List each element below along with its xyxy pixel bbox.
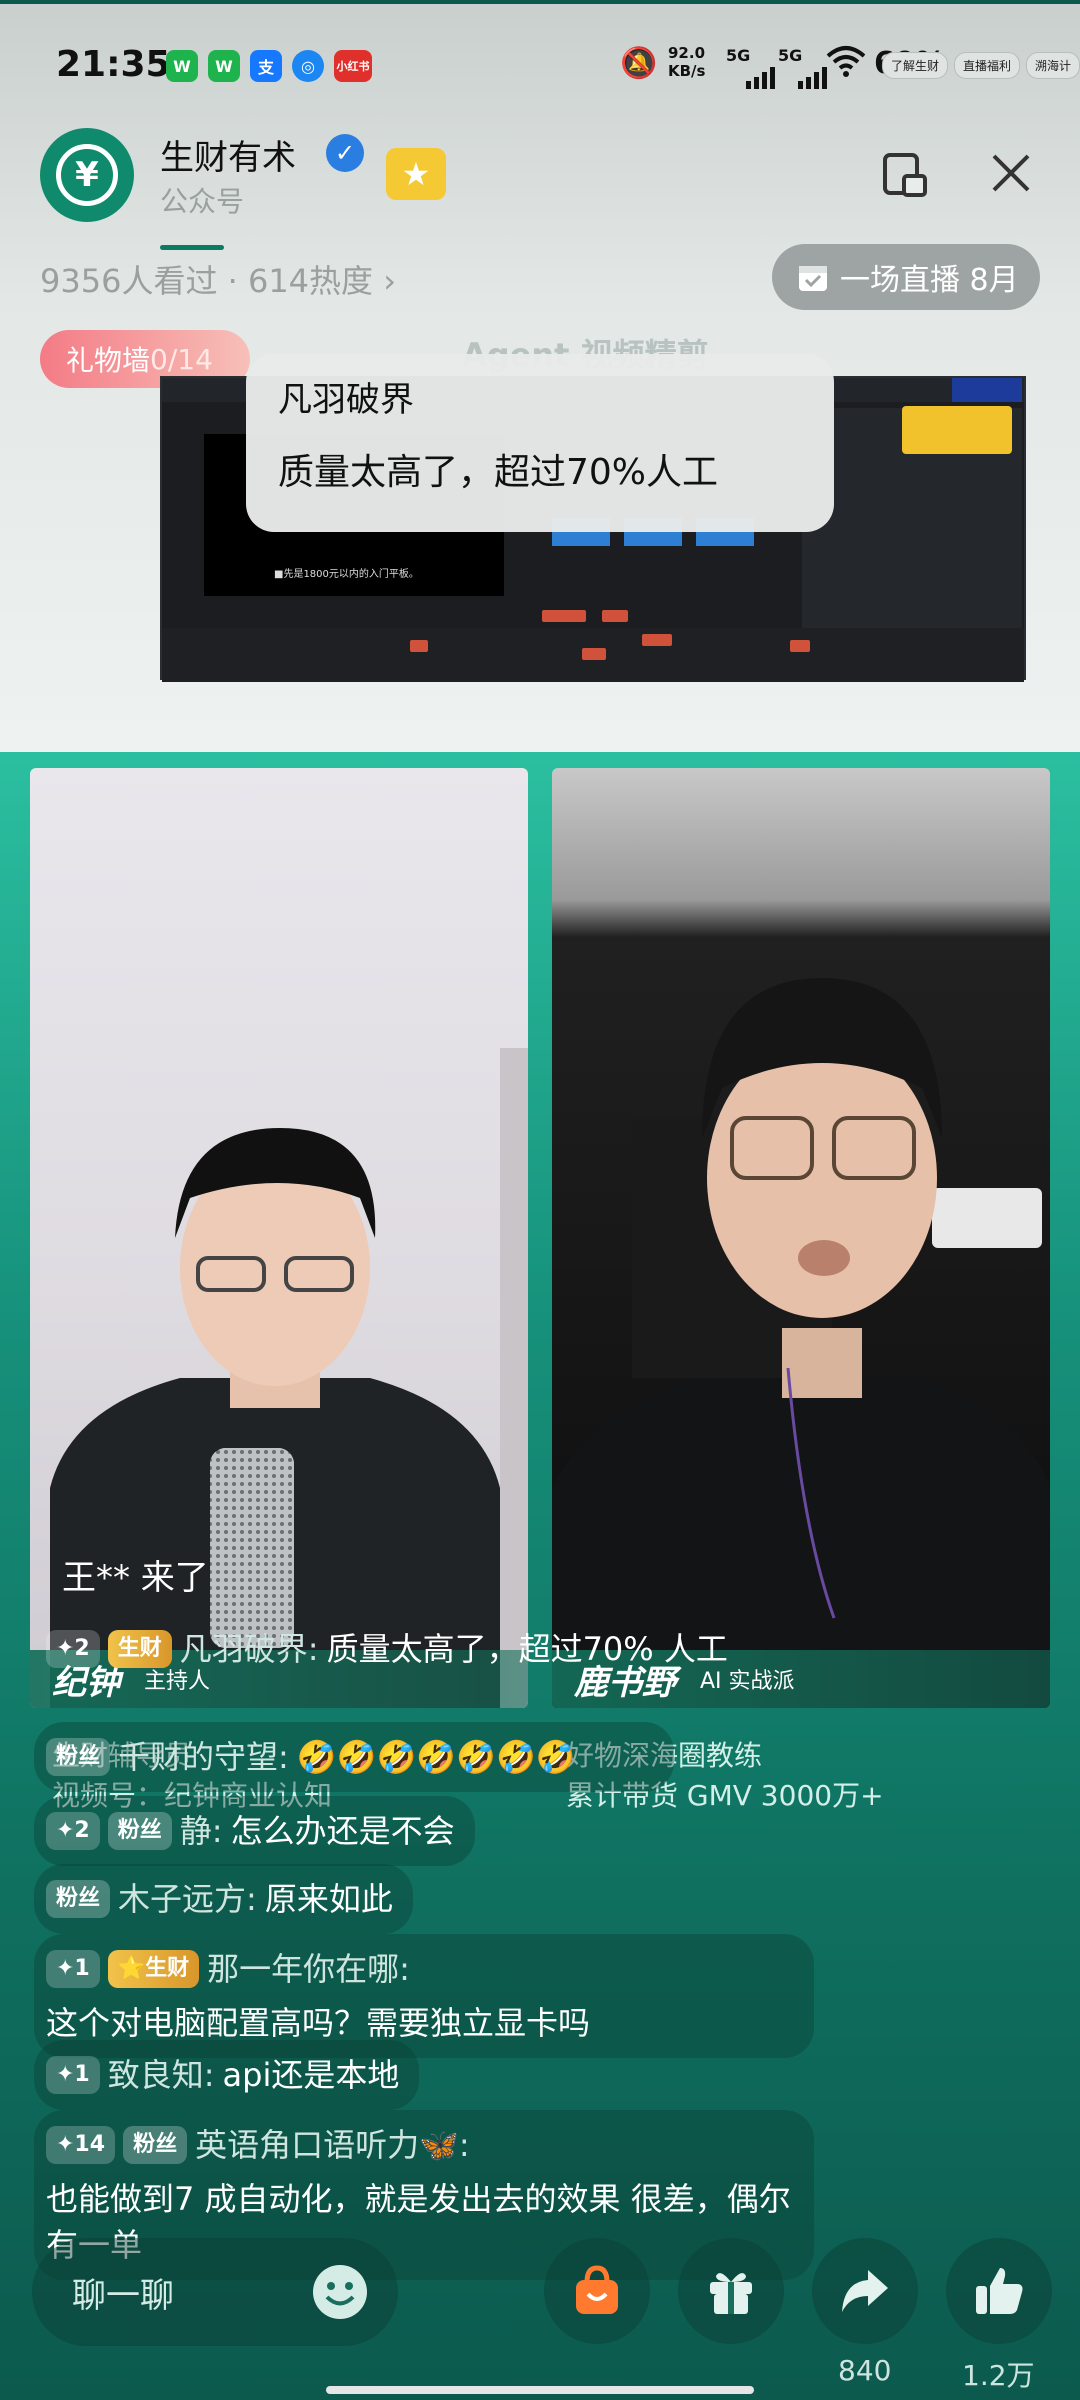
- comment-item[interactable]: 粉丝 木子远方: 原来如此: [34, 1864, 413, 1934]
- account-avatar[interactable]: ¥: [40, 128, 134, 222]
- pinned-comment-user: 凡羽破界: [278, 380, 414, 420]
- wechat-icon-2: W: [208, 50, 240, 82]
- level-badge: ✦14: [46, 2126, 116, 2164]
- comment-user: 致良知:: [107, 2056, 215, 2094]
- timeline-clip: [582, 648, 606, 660]
- comment-text: 怎么办还是不会: [230, 1812, 455, 1850]
- preview-caption: ■先是1800元以内的入门平板。: [274, 569, 419, 580]
- wifi-icon: [826, 44, 866, 86]
- next-live-button[interactable]: 一场直播 8月: [772, 244, 1040, 310]
- star-badge-icon[interactable]: ★: [386, 148, 446, 200]
- like-button[interactable]: [946, 2238, 1052, 2344]
- comment-text: api还是本地: [222, 2056, 400, 2094]
- timeline-clip: [790, 640, 810, 652]
- shopping-bag-icon: [576, 2265, 618, 2314]
- gift-wall-count: 0/14: [150, 342, 213, 376]
- pinned-comment-bubble: 凡羽破界 质量太高了，超过70%人工: [246, 354, 834, 532]
- app-icon: ◎: [292, 50, 324, 82]
- timeline-clip: [642, 634, 672, 646]
- alipay-icon: 支: [250, 50, 282, 82]
- home-indicator[interactable]: [326, 2386, 754, 2394]
- wechat-icon: W: [166, 50, 198, 82]
- member-badge: 生财: [107, 1630, 172, 1668]
- pinned-comment-text: 质量太高了，超过70%人工: [278, 452, 719, 493]
- viewer-stats[interactable]: 9356人看过 · 614热度 ›: [40, 256, 396, 302]
- level-badge: ✦2: [46, 1630, 100, 1668]
- share-icon: [842, 2270, 888, 2312]
- gift-button[interactable]: [678, 2238, 784, 2344]
- comment-item[interactable]: ✦2 生财 凡羽破界: 质量太高了，超过70% 人工: [34, 1614, 794, 1684]
- comment-user: 那一年你在哪:: [207, 1950, 410, 1988]
- comment-user: 英语角口语听力🦋:: [195, 2126, 470, 2164]
- timeline-clip: [410, 640, 428, 652]
- calendar-icon: [799, 266, 827, 291]
- emoji-icon[interactable]: [310, 2262, 370, 2322]
- top-accent-line: [0, 0, 1080, 4]
- clock: 21:35: [56, 44, 171, 85]
- comment-user: 千财的守望:: [118, 1738, 289, 1776]
- signal-bars-icon: [746, 62, 776, 97]
- logo-mark: ¥: [56, 144, 118, 206]
- level-badge: ✦1: [46, 1950, 100, 1988]
- gift-wall-label: 礼物墙: [66, 344, 151, 377]
- timeline-clip: [542, 610, 586, 622]
- chat-placeholder: 聊一聊: [72, 2275, 174, 2316]
- account-type: 公众号: [160, 185, 245, 218]
- picture-in-picture-icon[interactable]: [882, 152, 928, 198]
- next-live-label: 一场直播 8月: [840, 263, 1019, 298]
- account-name[interactable]: 生财有术: [160, 130, 296, 179]
- comment-item[interactable]: ✦1 致良知: api还是本地: [34, 2040, 420, 2110]
- network-speed: 92.0 KB/s: [668, 44, 706, 80]
- like-count: 1.2万: [962, 2359, 1035, 2392]
- mini-pill[interactable]: 直播福利: [953, 52, 1020, 79]
- close-icon[interactable]: [986, 148, 1036, 198]
- arrival-notice: 王** 来了: [62, 1558, 209, 1598]
- shop-button[interactable]: [544, 2238, 650, 2344]
- mini-pills: 了解生财 直播福利 溯海计: [881, 52, 1080, 79]
- mute-icon: 🔕: [620, 46, 658, 81]
- comment-user: 木子远方:: [118, 1880, 257, 1918]
- fan-badge: 粉丝: [46, 1880, 111, 1918]
- level-badge: ✦2: [46, 1812, 100, 1850]
- comment-text: 🤣🤣🤣🤣🤣🤣🤣: [296, 1738, 576, 1776]
- fan-badge: 粉丝: [123, 2126, 188, 2164]
- comment-user: 静:: [179, 1812, 223, 1850]
- comment-user: 凡羽破界:: [179, 1630, 319, 1668]
- tab-underline: [160, 245, 224, 250]
- status-bar: 21:35 W W 支 ◎ 小红书 🔕 92.0 KB/s 5G 5G 69% …: [0, 40, 1080, 90]
- level-badge: ✦1: [46, 2056, 100, 2094]
- signal-bars-icon-2: [798, 62, 828, 97]
- host-video-right[interactable]: 鹿书野 AI 实战派: [552, 768, 1050, 1708]
- mini-pill[interactable]: 溯海计: [1025, 52, 1080, 79]
- gift-icon: [710, 2273, 752, 2314]
- editor-export-button: [952, 378, 1022, 402]
- xiaohongshu-icon: 小红书: [334, 50, 372, 82]
- fan-badge: 粉丝: [107, 1812, 172, 1850]
- fan-badge: 粉丝: [46, 1738, 111, 1776]
- verified-icon: ✓: [326, 134, 364, 172]
- live-header-area: 21:35 W W 支 ◎ 小红书 🔕 92.0 KB/s 5G 5G 69% …: [0, 0, 1080, 752]
- share-count: 840: [838, 2354, 892, 2387]
- member-badge: ⭐生财: [107, 1950, 200, 1988]
- comment-item[interactable]: ✦2 粉丝 静: 怎么办还是不会: [34, 1796, 475, 1866]
- timeline-clip: [602, 610, 628, 622]
- thumbs-up-icon: [976, 2268, 1023, 2314]
- comment-item[interactable]: 粉丝 千财的守望: 🤣🤣🤣🤣🤣🤣🤣: [34, 1722, 674, 1792]
- share-button[interactable]: [812, 2238, 918, 2344]
- host-right-figure: [552, 978, 1050, 1708]
- mini-pill[interactable]: 了解生财: [881, 52, 948, 79]
- comment-text: 原来如此: [264, 1880, 393, 1918]
- editor-tooltip: [902, 406, 1012, 454]
- comment-text: 质量太高了，超过70% 人工: [326, 1630, 728, 1668]
